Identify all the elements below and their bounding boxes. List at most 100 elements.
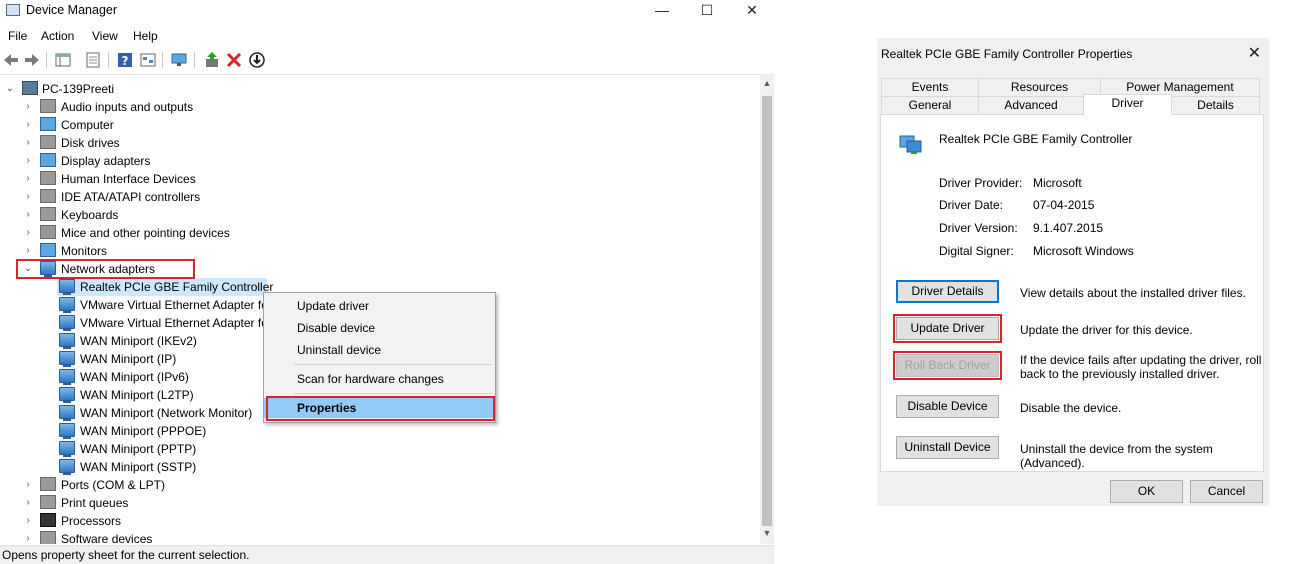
network-adapter-item[interactable]: WAN Miniport (IP) bbox=[57, 350, 267, 368]
properties-grid-icon[interactable] bbox=[54, 51, 72, 69]
disk-drive-icon bbox=[40, 135, 56, 149]
scroll-up-icon[interactable]: ▲ bbox=[760, 76, 774, 90]
tab-advanced[interactable]: Advanced bbox=[978, 96, 1084, 114]
chevron-right-icon[interactable]: › bbox=[22, 191, 34, 202]
chevron-down-icon[interactable]: ⌄ bbox=[4, 83, 16, 94]
tree-category-label: IDE ATA/ATAPI controllers bbox=[61, 190, 201, 204]
menu-item-uninstall-device[interactable]: Uninstall device bbox=[264, 340, 495, 360]
menu-help[interactable]: Help bbox=[133, 29, 158, 43]
tree-category[interactable]: › Mice and other pointing devices bbox=[22, 224, 272, 242]
window-title: Device Manager bbox=[26, 3, 118, 17]
uninstall-x-icon[interactable] bbox=[225, 51, 243, 69]
roll-back-driver-button[interactable]: Roll Back Driver bbox=[896, 354, 999, 377]
chevron-right-icon[interactable]: › bbox=[22, 245, 34, 256]
menu-separator bbox=[294, 364, 492, 365]
network-adapter-icon bbox=[59, 387, 75, 403]
tab-driver[interactable]: Driver bbox=[1083, 94, 1172, 115]
tree-category[interactable]: › Audio inputs and outputs bbox=[22, 98, 272, 116]
scrollbar-thumb[interactable] bbox=[762, 96, 772, 526]
list-view-icon[interactable] bbox=[84, 51, 102, 69]
chevron-right-icon[interactable]: › bbox=[22, 119, 34, 130]
chevron-right-icon[interactable]: › bbox=[22, 497, 34, 508]
vertical-scrollbar[interactable]: ▲ ▼ bbox=[760, 74, 774, 544]
menu-file[interactable]: File bbox=[8, 29, 27, 43]
tree-category-label: Monitors bbox=[61, 244, 108, 258]
chevron-right-icon[interactable]: › bbox=[22, 515, 34, 526]
tree-category-label: Disk drives bbox=[61, 136, 120, 150]
download-icon[interactable] bbox=[248, 51, 266, 69]
menu-item-label: Disable device bbox=[297, 321, 376, 335]
chevron-right-icon[interactable]: › bbox=[22, 155, 34, 166]
tab-general[interactable]: General bbox=[881, 96, 979, 114]
chevron-right-icon[interactable]: › bbox=[22, 101, 34, 112]
menu-item-label: Properties bbox=[297, 401, 357, 415]
uninstall-device-button[interactable]: Uninstall Device bbox=[896, 436, 999, 459]
back-arrow-icon[interactable] bbox=[2, 51, 20, 69]
tab-details[interactable]: Details bbox=[1171, 96, 1260, 114]
tree-category[interactable]: › Human Interface Devices bbox=[22, 170, 272, 188]
network-adapter-icon bbox=[59, 351, 75, 367]
driver-date-label: Driver Date: bbox=[939, 198, 1004, 212]
update-driver-button[interactable]: Update Driver bbox=[896, 317, 999, 340]
tree-category[interactable]: › Ports (COM & LPT) bbox=[22, 476, 272, 494]
network-adapter-item[interactable]: VMware Virtual Ethernet Adapter fo bbox=[57, 314, 268, 332]
ok-button[interactable]: OK bbox=[1110, 480, 1183, 503]
network-adapter-icon bbox=[59, 423, 75, 439]
monitor-scan-icon[interactable] bbox=[170, 51, 188, 69]
network-adapter-item[interactable]: VMware Virtual Ethernet Adapter fo bbox=[57, 296, 268, 314]
tree-root[interactable]: ⌄ PC-139Preeti bbox=[4, 80, 204, 98]
menu-item-scan-hardware[interactable]: Scan for hardware changes bbox=[264, 369, 495, 389]
tree-category-network-adapters[interactable]: ⌄ Network adapters bbox=[22, 260, 272, 278]
chevron-right-icon[interactable]: › bbox=[22, 209, 34, 220]
network-adapter-item[interactable]: WAN Miniport (Network Monitor) bbox=[57, 404, 267, 422]
tree-category[interactable]: › Processors bbox=[22, 512, 272, 530]
minimize-button[interactable]: — bbox=[639, 1, 685, 21]
show-hidden-icon[interactable] bbox=[139, 51, 157, 69]
menu-item-properties[interactable]: Properties bbox=[264, 398, 495, 418]
network-adapter-label: WAN Miniport (IKEv2) bbox=[80, 334, 197, 348]
network-adapter-item[interactable]: WAN Miniport (L2TP) bbox=[57, 386, 267, 404]
network-adapter-item[interactable]: WAN Miniport (PPPOE) bbox=[57, 422, 267, 440]
network-adapter-label: WAN Miniport (L2TP) bbox=[80, 388, 194, 402]
chevron-right-icon[interactable]: › bbox=[22, 137, 34, 148]
tree-category[interactable]: › IDE ATA/ATAPI controllers bbox=[22, 188, 272, 206]
dialog-close-button[interactable]: ✕ bbox=[1248, 43, 1261, 63]
tree-category[interactable]: › Print queues bbox=[22, 494, 272, 512]
menu-item-update-driver[interactable]: Update driver bbox=[264, 296, 495, 316]
maximize-button[interactable]: ☐ bbox=[684, 1, 730, 21]
tree-category[interactable]: › Keyboards bbox=[22, 206, 272, 224]
network-adapter-item[interactable]: Realtek PCIe GBE Family Controller bbox=[57, 278, 273, 296]
menu-action[interactable]: Action bbox=[41, 29, 74, 43]
chevron-right-icon[interactable]: › bbox=[22, 173, 34, 184]
disable-device-button[interactable]: Disable Device bbox=[896, 395, 999, 418]
network-adapter-item[interactable]: WAN Miniport (IPv6) bbox=[57, 368, 267, 386]
tree-category[interactable]: › Software devices bbox=[22, 530, 272, 544]
chevron-right-icon[interactable]: › bbox=[22, 227, 34, 238]
menu-item-disable-device[interactable]: Disable device bbox=[264, 318, 495, 338]
tree-category[interactable]: › Monitors bbox=[22, 242, 272, 260]
chevron-right-icon[interactable]: › bbox=[22, 533, 34, 544]
tab-events[interactable]: Events bbox=[881, 78, 979, 96]
network-adapter-item[interactable]: WAN Miniport (PPTP) bbox=[57, 440, 267, 458]
driver-details-button[interactable]: Driver Details bbox=[896, 280, 999, 303]
tree-category-label: Audio inputs and outputs bbox=[61, 100, 194, 114]
close-button[interactable]: ✕ bbox=[729, 1, 775, 21]
tree-category-label: Print queues bbox=[61, 496, 129, 510]
display-adapter-icon bbox=[40, 153, 56, 167]
chevron-down-icon[interactable]: ⌄ bbox=[22, 263, 34, 274]
menu-view[interactable]: View bbox=[92, 29, 118, 43]
tree-category[interactable]: › Computer bbox=[22, 116, 272, 134]
cancel-button[interactable]: Cancel bbox=[1190, 480, 1263, 503]
menu-separator bbox=[294, 393, 492, 394]
tree-category-label: Processors bbox=[61, 514, 122, 528]
network-adapter-item[interactable]: WAN Miniport (SSTP) bbox=[57, 458, 267, 476]
help-icon[interactable]: ? bbox=[116, 51, 134, 69]
tree-category[interactable]: › Display adapters bbox=[22, 152, 272, 170]
add-driver-icon[interactable] bbox=[203, 51, 221, 69]
tree-category[interactable]: › Disk drives bbox=[22, 134, 272, 152]
chevron-right-icon[interactable]: › bbox=[22, 479, 34, 490]
forward-arrow-icon[interactable] bbox=[23, 51, 41, 69]
network-adapter-icon bbox=[59, 405, 75, 421]
network-adapter-item[interactable]: WAN Miniport (IKEv2) bbox=[57, 332, 267, 350]
scroll-down-icon[interactable]: ▼ bbox=[760, 526, 774, 540]
